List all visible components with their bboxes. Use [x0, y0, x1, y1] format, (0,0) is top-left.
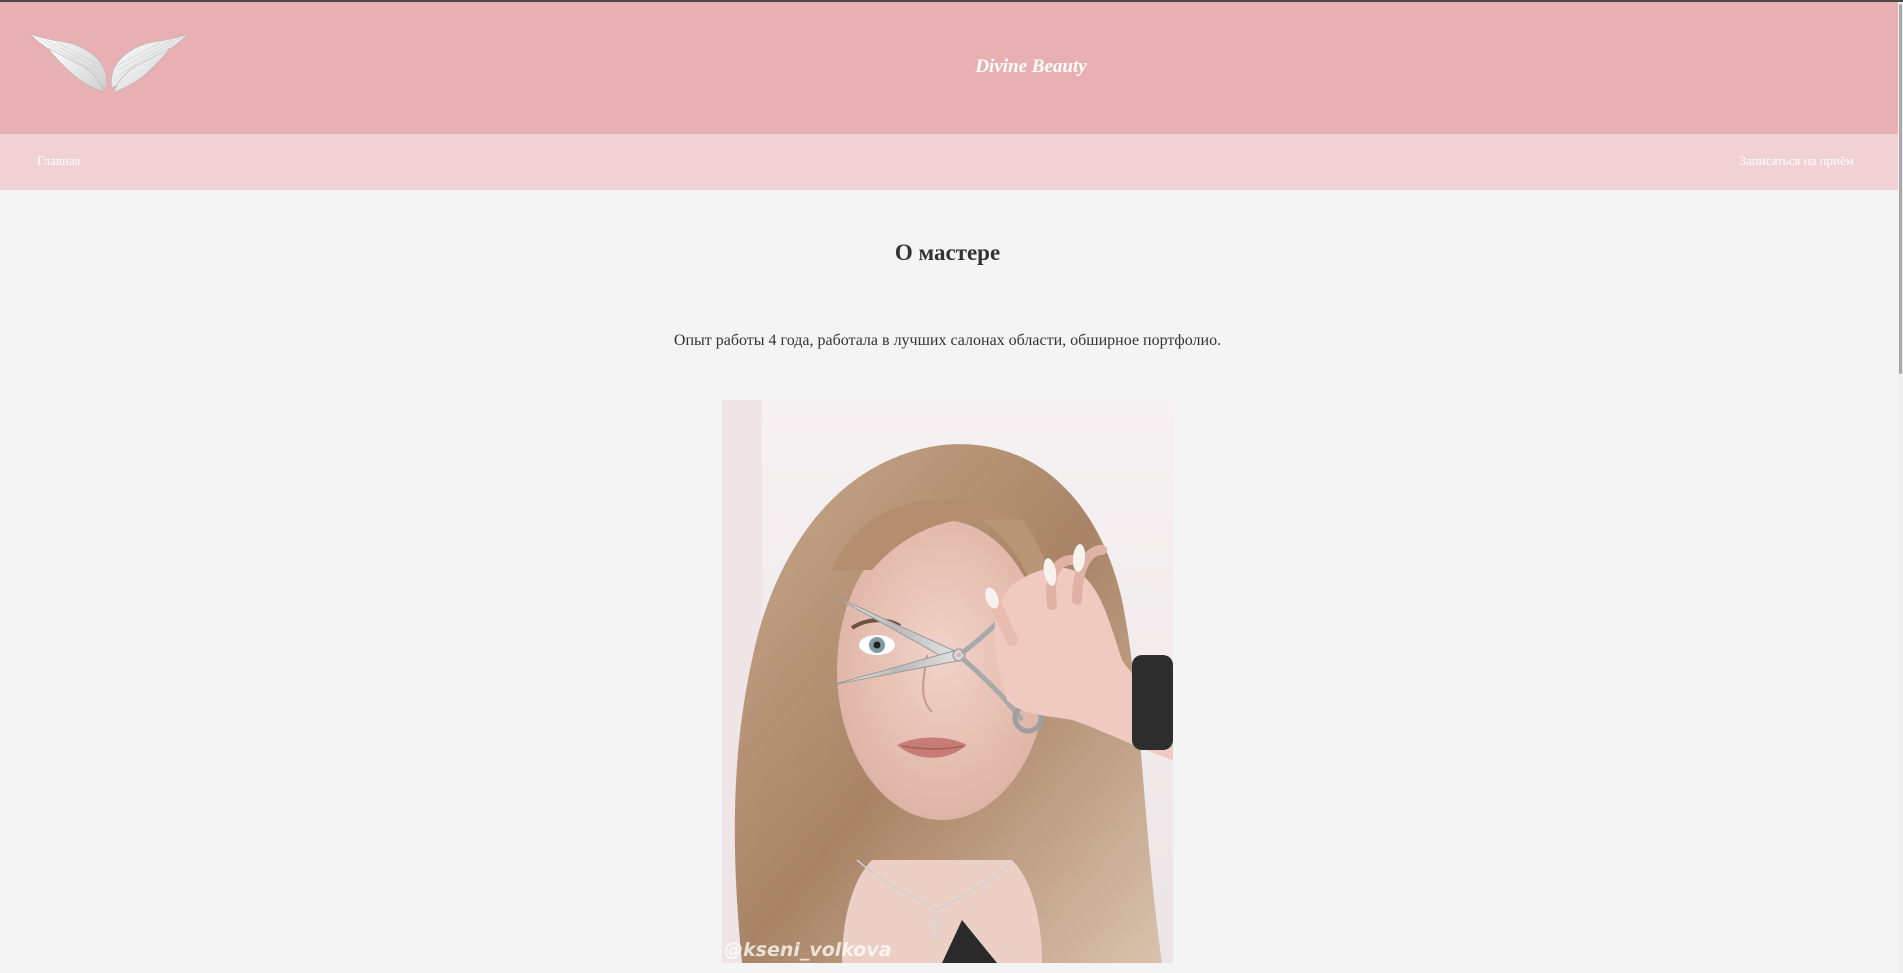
page-title: О мастере	[894, 240, 1001, 265]
scrollbar-thumb[interactable]	[1899, 4, 1902, 374]
brand-title: Divine Beauty	[975, 56, 1087, 77]
master-description: Опыт работы 4 года, работала в лучших са…	[673, 332, 1222, 349]
nav-bar: Главная Записаться на приём	[0, 134, 1898, 190]
scrollbar[interactable]	[1898, 2, 1903, 973]
page: Divine Beauty Главная Записаться на приё…	[0, 0, 1903, 973]
nav-home-link[interactable]: Главная	[37, 153, 81, 169]
nav-book-appointment-link[interactable]: Записаться на приём	[1740, 153, 1854, 169]
master-photo: @kseni_volkova	[722, 400, 1173, 963]
photo-watermark: @kseni_volkova	[724, 939, 892, 961]
site-header: Divine Beauty	[0, 2, 1898, 134]
